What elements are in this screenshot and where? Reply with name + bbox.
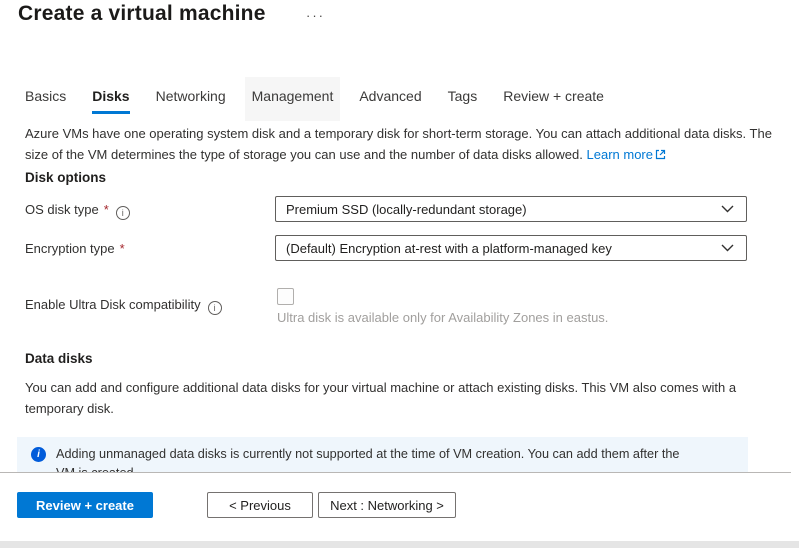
ultra-disk-label: Enable Ultra Disk compatibility i: [25, 297, 222, 315]
ultra-disk-checkbox[interactable]: [277, 288, 294, 305]
tab-networking[interactable]: Networking: [156, 84, 226, 114]
data-disks-heading: Data disks: [25, 351, 93, 366]
tab-tags[interactable]: Tags: [448, 84, 478, 114]
ultra-disk-label-text: Enable Ultra Disk compatibility: [25, 297, 201, 312]
required-asterisk: *: [120, 241, 125, 256]
previous-button[interactable]: < Previous: [207, 492, 313, 518]
create-vm-page: Create a virtual machine ··· Basics Disk…: [0, 0, 799, 548]
next-networking-button[interactable]: Next : Networking >: [318, 492, 456, 518]
window-bottom-edge: [0, 541, 799, 548]
external-link-icon: [655, 149, 666, 160]
info-banner-inner: i Adding unmanaged data disks is current…: [17, 437, 748, 472]
learn-more-label: Learn more: [587, 147, 653, 162]
more-options-icon[interactable]: ···: [306, 8, 325, 23]
tab-review-create[interactable]: Review + create: [503, 84, 604, 114]
chevron-down-icon: [721, 244, 734, 252]
os-disk-type-label-text: OS disk type: [25, 202, 99, 217]
info-icon[interactable]: i: [116, 206, 130, 220]
encryption-type-label-text: Encryption type: [25, 241, 115, 256]
disk-options-heading: Disk options: [25, 170, 106, 185]
required-asterisk: *: [104, 202, 109, 217]
tab-disks[interactable]: Disks: [92, 84, 129, 114]
learn-more-link[interactable]: Learn more: [587, 147, 666, 162]
footer-divider: [0, 472, 791, 473]
info-banner: i Adding unmanaged data disks is current…: [17, 437, 748, 472]
intro-paragraph: Azure VMs have one operating system disk…: [25, 123, 777, 165]
os-disk-type-select[interactable]: Premium SSD (locally-redundant storage): [275, 196, 747, 222]
review-create-button[interactable]: Review + create: [17, 492, 153, 518]
encryption-type-value: (Default) Encryption at-rest with a plat…: [286, 241, 612, 256]
encryption-type-label: Encryption type *: [25, 241, 125, 256]
tab-basics[interactable]: Basics: [25, 84, 66, 114]
info-icon[interactable]: i: [208, 301, 222, 315]
info-banner-text: Adding unmanaged data disks is currently…: [56, 445, 701, 472]
encryption-type-select[interactable]: (Default) Encryption at-rest with a plat…: [275, 235, 747, 261]
os-disk-type-value: Premium SSD (locally-redundant storage): [286, 202, 527, 217]
ultra-disk-helper-text: Ultra disk is available only for Availab…: [277, 310, 608, 325]
page-title: Create a virtual machine: [18, 2, 266, 26]
data-disks-description: You can add and configure additional dat…: [25, 377, 775, 419]
info-filled-icon: i: [31, 447, 46, 462]
os-disk-type-label: OS disk type * i: [25, 202, 130, 220]
chevron-down-icon: [721, 205, 734, 213]
tab-management[interactable]: Management: [252, 84, 334, 114]
tab-advanced[interactable]: Advanced: [359, 84, 421, 114]
tab-bar: Basics Disks Networking Management Advan…: [25, 84, 630, 114]
